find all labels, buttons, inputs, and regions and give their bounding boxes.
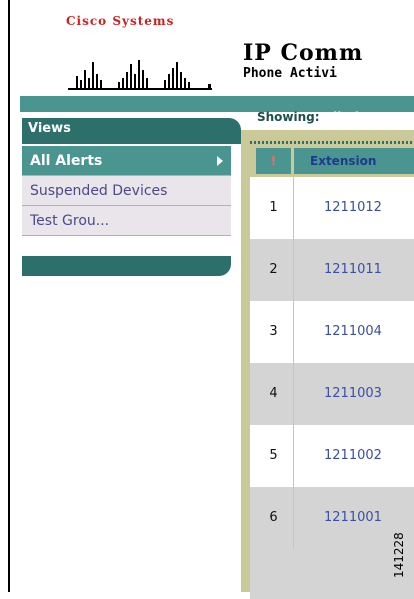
views-title: Views xyxy=(28,121,71,136)
table-row: 2 1211011 xyxy=(250,239,414,301)
views-panel-footer xyxy=(22,256,231,276)
app-title: IP Comm xyxy=(243,40,364,66)
app-subtitle: Phone Activi xyxy=(243,66,337,81)
figure-id: 141228 xyxy=(392,532,406,578)
extension-link[interactable]: 1211002 xyxy=(324,425,382,487)
showing-label: Showing: All Ale xyxy=(257,110,367,124)
views-panel-header: Views xyxy=(22,118,241,144)
views-list: All Alerts Suspended Devices Test Grou..… xyxy=(22,146,231,236)
views-item-test-group[interactable]: Test Grou... xyxy=(22,206,231,236)
cisco-logo: Cisco Systems xyxy=(66,14,216,94)
dotted-divider xyxy=(250,141,414,144)
extension-link[interactable]: 1211011 xyxy=(324,239,382,301)
views-item-label: All Alerts xyxy=(30,153,103,169)
row-number: 1 xyxy=(269,200,278,215)
extension-link[interactable]: 1211003 xyxy=(324,363,382,425)
showing-value: All Ale xyxy=(323,110,367,124)
extension-link[interactable]: 1211012 xyxy=(324,177,382,239)
column-header-extension[interactable]: Extension xyxy=(294,148,414,174)
views-item-all-alerts[interactable]: All Alerts xyxy=(22,146,231,176)
extension-link[interactable]: 1211001 xyxy=(324,487,382,549)
table-row: 3 1211004 xyxy=(250,301,414,363)
row-number: 3 xyxy=(269,324,278,339)
table-header-row: ! Extension xyxy=(250,145,414,177)
showing-prefix: Showing: xyxy=(257,110,320,124)
cisco-bars-icon xyxy=(68,60,212,90)
extension-link[interactable]: 1211004 xyxy=(324,301,382,363)
left-border-rule xyxy=(8,0,10,592)
views-item-suspended-devices[interactable]: Suspended Devices xyxy=(22,176,231,206)
column-header-alert[interactable]: ! xyxy=(256,148,291,174)
table-row: 4 1211003 xyxy=(250,363,414,425)
alerts-table: ! Extension 1 1211012 2 1211011 3 121100… xyxy=(250,145,414,599)
caret-right-icon xyxy=(217,156,223,166)
table-row: 5 1211002 xyxy=(250,425,414,487)
table-row: 6 1211001 xyxy=(250,487,414,549)
row-number: 5 xyxy=(269,448,278,463)
row-number: 2 xyxy=(269,262,278,277)
views-item-label: Test Grou... xyxy=(30,213,110,229)
logo-text: Cisco Systems xyxy=(66,14,175,28)
row-number: 6 xyxy=(269,510,278,525)
views-item-label: Suspended Devices xyxy=(30,183,168,199)
table-row: 1 1211012 xyxy=(250,177,414,239)
row-number: 4 xyxy=(269,386,278,401)
